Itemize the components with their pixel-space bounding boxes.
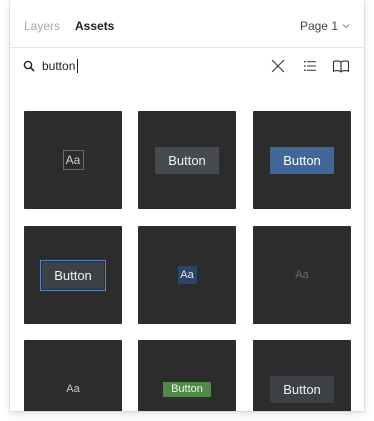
library-book-icon[interactable] — [332, 58, 350, 74]
asset-tile[interactable]: Button — [253, 111, 351, 209]
asset-tile[interactable]: Aa — [24, 340, 122, 411]
button-component-preview: Button — [40, 259, 106, 291]
asset-tile[interactable]: Button — [253, 340, 351, 411]
list-view-icon[interactable] — [301, 58, 319, 74]
page-selector[interactable]: Page 1 — [300, 19, 350, 33]
asset-tile[interactable]: Aa — [253, 226, 351, 324]
search-bar — [10, 48, 364, 84]
assets-panel: Layers Assets Page 1 button Aa Button Bu… — [10, 0, 364, 411]
asset-tile[interactable]: Button — [24, 226, 122, 324]
search-input[interactable] — [42, 57, 242, 75]
text-style-preview: Aa — [295, 269, 309, 281]
search-icon — [23, 60, 35, 72]
button-component-preview: Button — [155, 146, 219, 174]
panel-tabs: Layers Assets Page 1 — [10, 0, 364, 48]
text-style-preview: Aa — [62, 150, 84, 170]
button-component-preview: Button — [163, 381, 211, 397]
text-style-preview: Aa — [177, 266, 197, 284]
asset-tile[interactable]: Button — [138, 340, 236, 411]
asset-tile[interactable]: Aa — [138, 226, 236, 324]
text-style-preview: Aa — [66, 383, 80, 395]
tab-layers[interactable]: Layers — [24, 19, 60, 33]
button-component-preview: Button — [270, 146, 334, 174]
asset-tile[interactable]: Aa — [24, 111, 122, 209]
asset-tile[interactable]: Button — [138, 111, 236, 209]
tab-assets[interactable]: Assets — [75, 19, 114, 33]
clear-icon[interactable] — [268, 58, 286, 74]
button-component-preview: Button — [270, 375, 334, 403]
text-cursor — [77, 59, 78, 73]
chevron-down-icon — [342, 24, 350, 29]
page-label: Page 1 — [299, 19, 338, 33]
